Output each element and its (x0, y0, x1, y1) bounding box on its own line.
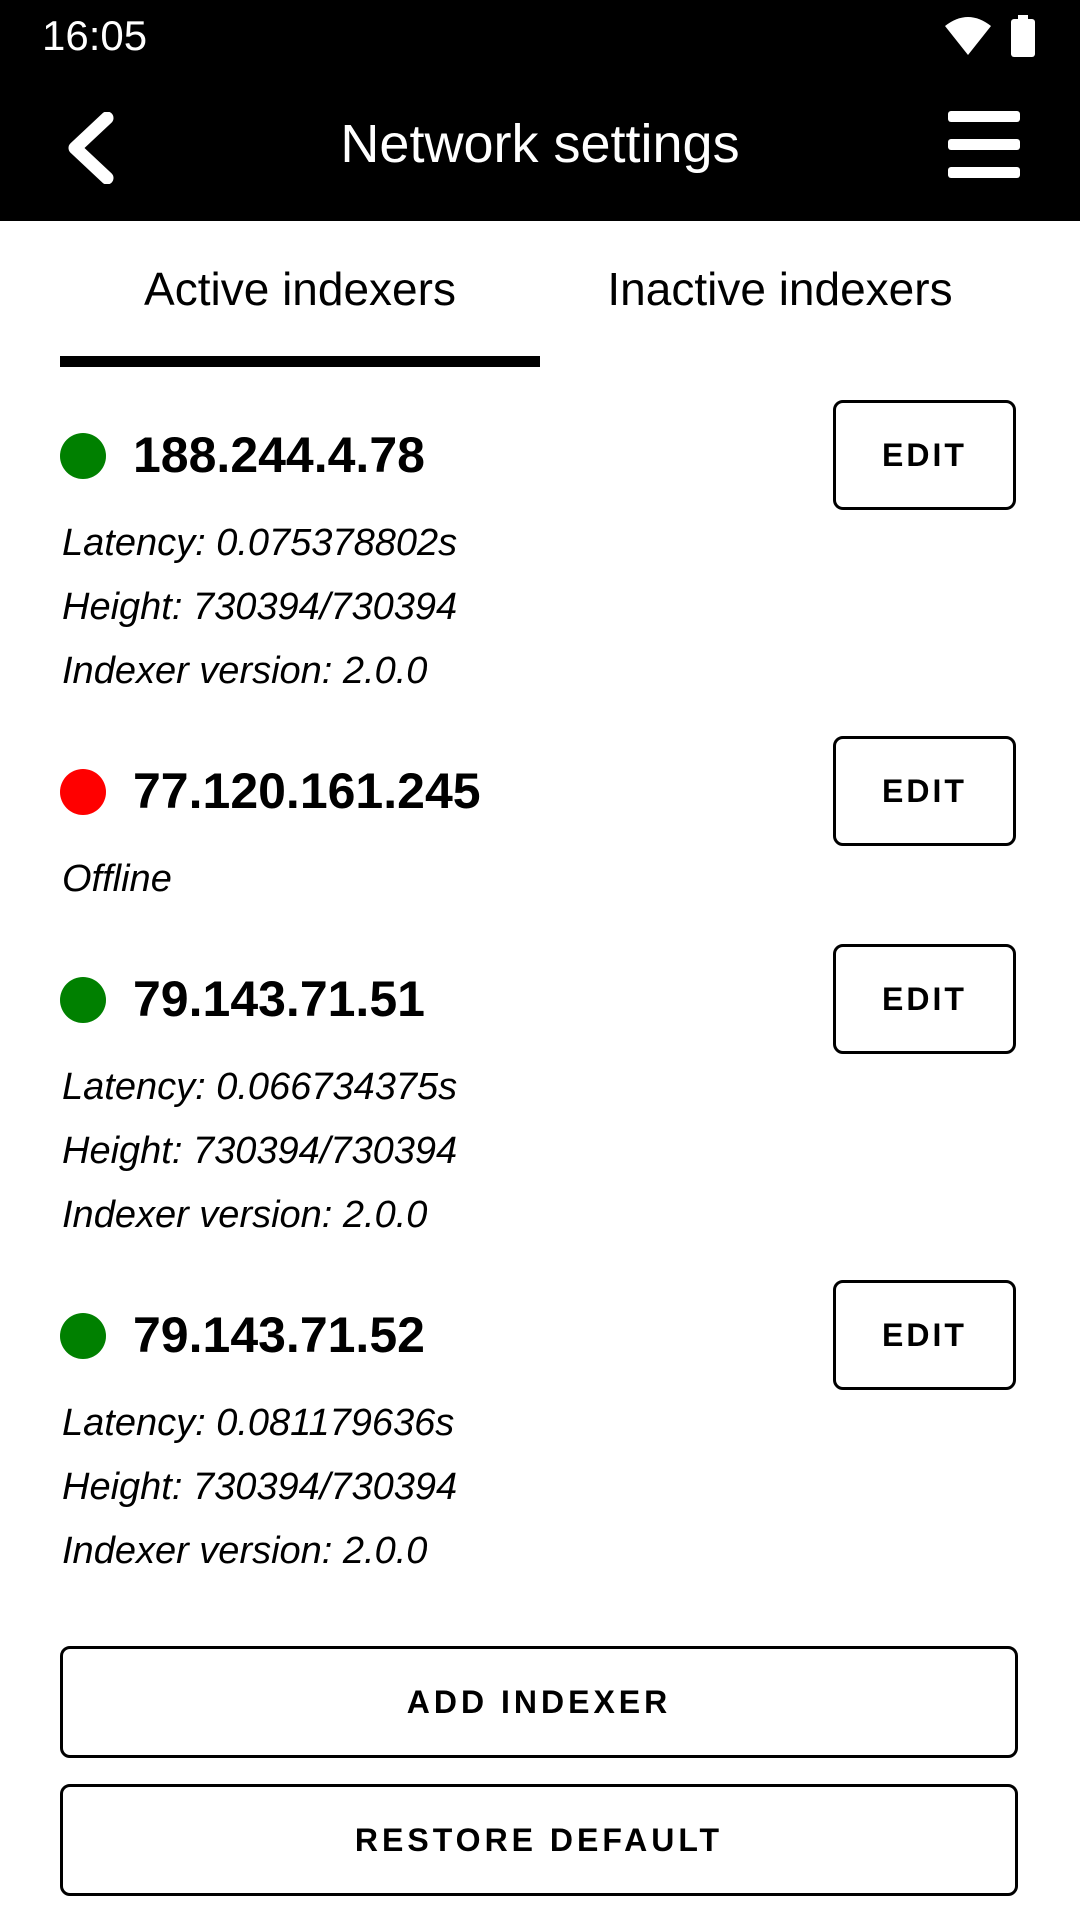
indexer-address: 188.244.4.78 (133, 427, 425, 483)
page-title: Network settings (340, 114, 740, 174)
restore-default-button[interactable]: RESTORE DEFAULT (60, 1784, 1018, 1896)
status-icons (944, 14, 1036, 58)
menu-button[interactable] (948, 111, 1020, 181)
indexer-version: Indexer version: 2.0.0 (62, 650, 428, 692)
edit-button[interactable]: EDIT (833, 944, 1016, 1054)
indexer-address: 79.143.71.52 (133, 1307, 425, 1363)
indexer-address: 77.120.161.245 (133, 763, 481, 819)
indexer-height: Height: 730394/730394 (62, 1130, 458, 1172)
status-dot (60, 977, 106, 1023)
indexer-latency: Latency: 0.066734375s (62, 1066, 458, 1108)
edit-button[interactable]: EDIT (833, 736, 1016, 846)
indexer-height: Height: 730394/730394 (62, 586, 458, 628)
indexer-latency: Latency: 0.081179636s (62, 1402, 455, 1444)
tab-bar: Active indexers Inactive indexers (0, 221, 1080, 369)
edit-button[interactable]: EDIT (833, 400, 1016, 510)
tab-inactive-indexers[interactable]: Inactive indexers (540, 221, 1020, 369)
add-indexer-button[interactable]: ADD INDEXER (60, 1646, 1018, 1758)
status-bar: 16:05 (0, 0, 1080, 75)
status-time: 16:05 (42, 12, 148, 59)
indexer-height: Height: 730394/730394 (62, 1466, 458, 1508)
status-dot (60, 433, 106, 479)
status-dot (60, 1313, 106, 1359)
indexer-offline: Offline (62, 858, 172, 900)
active-tab-indicator (60, 356, 540, 367)
indexer-latency: Latency: 0.075378802s (62, 522, 458, 564)
menu-icon (948, 111, 1020, 178)
indexer-address: 79.143.71.51 (133, 971, 425, 1027)
wifi-icon (945, 17, 991, 55)
status-dot (60, 769, 106, 815)
indexer-version: Indexer version: 2.0.0 (62, 1530, 428, 1572)
indexer-version: Indexer version: 2.0.0 (62, 1194, 428, 1236)
app-bar: Network settings (0, 75, 1080, 221)
battery-icon (1011, 15, 1035, 57)
tab-active-indexers[interactable]: Active indexers (60, 221, 540, 369)
edit-button[interactable]: EDIT (833, 1280, 1016, 1390)
